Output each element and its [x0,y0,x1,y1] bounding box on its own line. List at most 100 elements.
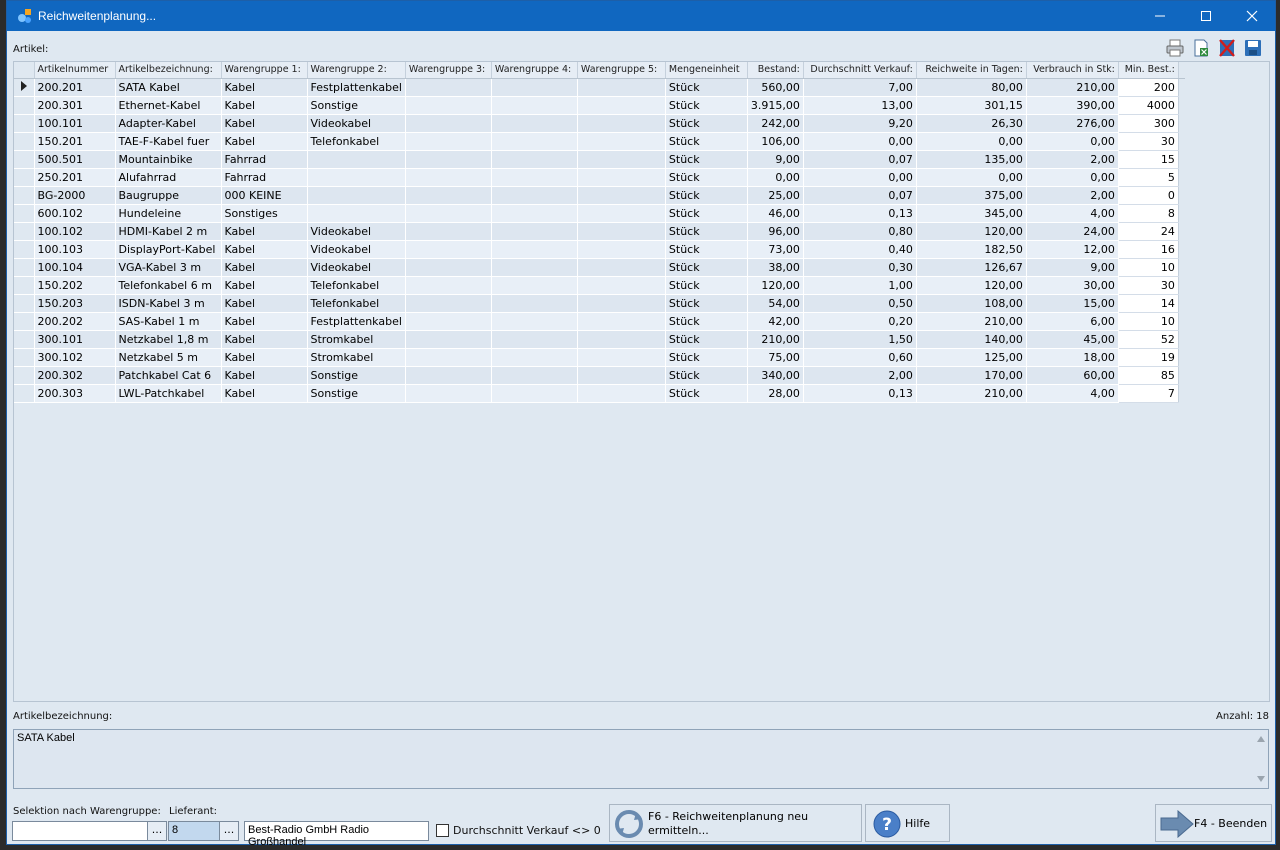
table-cell [491,312,578,331]
row-indicator[interactable] [14,186,35,205]
table-cell: 24,00 [1026,222,1119,241]
table-cell [491,186,578,205]
table-row[interactable]: BG-2000 Baugruppe 000 KEINE Stück 25,00 0,07 3… [14,186,1185,205]
column-header[interactable]: Warengruppe 2: [307,62,406,79]
durchschnitt-checkbox-label: Durchschnitt Verkauf <> 0 [453,824,601,837]
column-header[interactable]: Warengruppe 4: [491,62,578,79]
row-indicator[interactable] [14,294,35,313]
row-indicator[interactable] [14,78,35,97]
row-indicator[interactable] [14,222,35,241]
row-indicator[interactable] [14,348,35,367]
table-cell[interactable]: 7 [1118,384,1179,403]
row-indicator[interactable] [14,312,35,331]
table-row[interactable]: 100.101 Adapter-Kabel Kabel Videokabel Stück… [14,114,1185,133]
column-header[interactable]: Warengruppe 1: [221,62,308,79]
export-button[interactable] [1190,38,1212,58]
row-indicator[interactable] [14,276,35,295]
warengruppe-input[interactable] [12,821,149,841]
table-cell[interactable]: 19 [1118,348,1179,367]
table-row[interactable]: 250.201 Alufahrrad Fahrrad Stück 0,00 0,00 0,0… [14,168,1185,187]
table-row[interactable]: 500.501 Mountainbike Fahrrad Stück 9,00 0,07 1… [14,150,1185,169]
table-row[interactable]: 200.202 SAS-Kabel 1 m Kabel Festplattenkabe… [14,312,1185,331]
minimize-button[interactable] [1137,1,1183,31]
recalc-button[interactable]: F6 - Reichweitenplanung neu ermitteln... [609,804,862,842]
table-row[interactable]: 300.102 Netzkabel 5 m Kabel Stromkabel Stück… [14,348,1185,367]
column-header[interactable]: Bestand: [747,62,804,79]
column-header[interactable]: Verbrauch in Stk: [1026,62,1119,79]
table-cell: Kabel [221,330,308,349]
table-cell[interactable]: 10 [1118,258,1179,277]
table-cell[interactable]: 85 [1118,366,1179,385]
table-row[interactable]: 600.102 Hundeleine Sonstiges Stück 46,00 0,13… [14,204,1185,223]
column-header[interactable]: Artikelbezeichnung: [115,62,222,79]
exit-button[interactable]: F4 - Beenden [1155,804,1272,842]
table-cell[interactable]: 16 [1118,240,1179,259]
table-row[interactable]: 100.102 HDMI-Kabel 2 m Kabel Videokabel Stüc… [14,222,1185,241]
table-cell: Kabel [221,312,308,331]
article-description-memo[interactable]: SATA Kabel [13,729,1269,789]
filler-cell [1178,78,1185,96]
table-cell: Sonstiges [221,204,308,223]
row-indicator[interactable] [14,384,35,403]
maximize-button[interactable] [1183,1,1229,31]
row-indicator[interactable] [14,114,35,133]
table-cell: 560,00 [747,78,804,97]
column-header[interactable]: Durchschnitt Verkauf: [803,62,917,79]
table-cell[interactable]: 200 [1118,78,1179,97]
table-row[interactable]: 150.203 ISDN-Kabel 3 m Kabel Telefonkabel St… [14,294,1185,313]
table-cell: Videokabel [307,114,406,133]
table-cell[interactable]: 5 [1118,168,1179,187]
column-header[interactable]: Warengruppe 5: [577,62,666,79]
table-cell [491,366,578,385]
column-header[interactable]: Reichweite in Tagen: [916,62,1027,79]
table-row[interactable]: 150.201 TAE-F-Kabel fuer Kabel Telefonkabel… [14,132,1185,151]
table-row[interactable]: 300.101 Netzkabel 1,8 m Kabel Stromkabel Stü… [14,330,1185,349]
row-indicator[interactable] [14,366,35,385]
row-indicator[interactable] [14,96,35,115]
table-cell[interactable]: 30 [1118,276,1179,295]
table-row[interactable]: 150.202 Telefonkabel 6 m Kabel Telefonkabel… [14,276,1185,295]
row-indicator[interactable] [14,258,35,277]
table-cell[interactable]: 0 [1118,186,1179,205]
column-header[interactable]: Artikelnummer [34,62,116,79]
table-row[interactable]: 100.103 DisplayPort-Kabel Kabel Videokabel S… [14,240,1185,259]
lieferant-lookup-button[interactable]: ... [219,821,239,841]
table-cell[interactable]: 14 [1118,294,1179,313]
table-cell[interactable]: 52 [1118,330,1179,349]
row-indicator[interactable] [14,168,35,187]
table-row[interactable]: 200.302 Patchkabel Cat 6 Kabel Sonstige Stüc… [14,366,1185,385]
row-indicator[interactable] [14,150,35,169]
table-cell [491,168,578,187]
table-row[interactable]: 200.301 Ethernet-Kabel Kabel Sonstige Stück 3… [14,96,1185,115]
table-row[interactable]: 200.201 SATA Kabel Kabel Festplattenkabel St… [14,78,1185,97]
print-button[interactable] [1164,38,1186,58]
memo-scrollbar[interactable] [1254,730,1268,788]
row-indicator[interactable] [14,132,35,151]
table-cell[interactable]: 30 [1118,132,1179,151]
table-row[interactable]: 100.104 VGA-Kabel 3 m Kabel Videokabel Stück… [14,258,1185,277]
column-header[interactable]: Warengruppe 3: [405,62,492,79]
table-cell[interactable]: 15 [1118,150,1179,169]
durchschnitt-checkbox[interactable] [436,824,449,837]
close-button[interactable] [1229,1,1275,31]
table-cell: 300.101 [34,330,116,349]
table-row[interactable]: 200.303 LWL-Patchkabel Kabel Sonstige Stück 2… [14,384,1185,403]
title-bar[interactable]: Reichweitenplanung... [7,1,1275,31]
delete-button[interactable] [1216,38,1238,58]
save-button[interactable] [1242,38,1264,58]
warengruppe-lookup-button[interactable]: ... [147,821,167,841]
row-indicator[interactable] [14,240,35,259]
table-cell[interactable]: 4000 [1118,96,1179,115]
article-grid[interactable]: Artikelnummer Artikelbezeichnung: Warengru… [13,61,1270,702]
row-indicator[interactable] [14,330,35,349]
lieferant-input[interactable]: 8 [168,821,221,841]
table-cell[interactable]: 300 [1118,114,1179,133]
column-header[interactable]: Min. Best.: [1118,62,1179,79]
table-cell[interactable]: 24 [1118,222,1179,241]
column-header[interactable]: Mengeneinheit [665,62,748,79]
help-button[interactable]: ? Hilfe [865,804,950,842]
row-indicator[interactable] [14,204,35,223]
table-cell: Stück [665,258,748,277]
table-cell[interactable]: 8 [1118,204,1179,223]
table-cell[interactable]: 10 [1118,312,1179,331]
